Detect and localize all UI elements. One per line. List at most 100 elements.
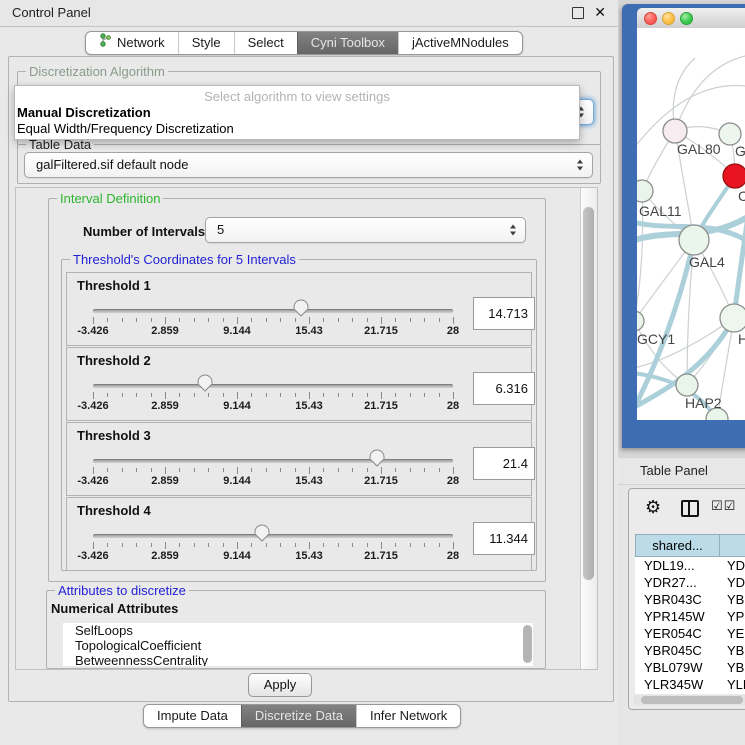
tick-label: 9.144 — [223, 325, 251, 337]
number-of-intervals-value: 5 — [217, 222, 224, 237]
tick-mark — [179, 543, 180, 547]
threshold-value-field[interactable]: 6.316 — [473, 372, 535, 405]
table-cell: YBL079W — [635, 659, 718, 676]
algorithm-dropdown-popup: Select algorithm to view settings Manual… — [14, 85, 580, 140]
algorithm-option-manual-discretization[interactable]: Manual Discretization — [15, 105, 579, 121]
threshold-block-3: Threshold 3-3.4262.8599.14415.4321.71528… — [66, 422, 532, 496]
table-row[interactable]: YBR045CYBR0 — [635, 642, 745, 659]
network-node-node-h[interactable] — [720, 304, 745, 332]
table-row[interactable]: YBL079WYBL0 — [635, 659, 745, 676]
attribute-item-topologicalcoefficient[interactable]: TopologicalCoefficient — [63, 638, 533, 653]
column-header-shared[interactable]: shared... — [635, 534, 719, 557]
threshold-value-field[interactable]: 14.713 — [473, 297, 535, 330]
slider-handle[interactable] — [369, 449, 385, 467]
network-node-node-red[interactable] — [723, 164, 745, 188]
slider-handle[interactable] — [197, 374, 213, 392]
slider-track — [93, 384, 453, 388]
tick-mark — [323, 468, 324, 472]
tick-mark — [122, 543, 123, 547]
tab-label: jActiveMNodules — [412, 32, 509, 54]
close-traffic-light[interactable] — [644, 12, 657, 25]
tick-mark — [367, 543, 368, 547]
tick-mark — [107, 468, 108, 472]
tick-mark — [295, 543, 296, 547]
tab-style[interactable]: Style — [178, 32, 234, 54]
tick-mark — [410, 393, 411, 397]
tab-impute-data[interactable]: Impute Data — [144, 705, 241, 727]
settings-scroll-viewport: Interval Definition Number of Intervals … — [15, 187, 598, 670]
table-row[interactable]: YLR345WYLR3 — [635, 676, 745, 693]
table-panel-title: Table Panel — [640, 463, 708, 478]
scrollbar-thumb[interactable] — [583, 207, 594, 580]
tick-mark — [280, 468, 281, 472]
tab-label: Network — [117, 32, 165, 54]
list-scrollbar-thumb[interactable] — [523, 625, 532, 663]
tick-label: 15.43 — [295, 475, 323, 487]
tab-select[interactable]: Select — [234, 32, 297, 54]
select-columns-icons[interactable]: ☑☑ — [711, 498, 736, 514]
network-edge[interactable] — [734, 194, 745, 318]
table-row[interactable]: YBR043CYBR0 — [635, 591, 745, 608]
tick-mark — [424, 543, 425, 547]
table-data-group: Table Data galFiltered.sif default node — [17, 144, 601, 184]
minimize-traffic-light[interactable] — [662, 12, 675, 25]
numerical-attributes-list[interactable]: SelfLoopsTopologicalCoefficientBetweenne… — [63, 623, 533, 666]
gear-icon[interactable]: ⚙ — [645, 497, 661, 518]
slider-handle[interactable] — [254, 524, 270, 542]
tick-mark — [223, 318, 224, 322]
tick-mark — [352, 393, 353, 397]
tab-label: Discretize Data — [255, 705, 343, 727]
tab-jactivemnodules[interactable]: jActiveMNodules — [398, 32, 522, 54]
tab-network[interactable]: Network — [86, 32, 178, 54]
tab-label: Impute Data — [157, 705, 228, 727]
network-canvas[interactable]: GAL80GACGAL11GAL4GCY1HHAP2 — [637, 28, 745, 420]
tick-mark — [93, 467, 94, 474]
float-window-icon[interactable] — [572, 7, 584, 19]
network-node-gal80[interactable] — [663, 119, 687, 143]
table-row[interactable]: YIL052CYIL0 — [635, 693, 745, 694]
tick-mark — [208, 318, 209, 322]
table-row[interactable]: YPR145WYPR1 — [635, 608, 745, 625]
threshold-value-field[interactable]: 21.4 — [473, 447, 535, 480]
table-row[interactable]: YER054CYER0 — [635, 625, 745, 642]
table-hscrollbar-thumb[interactable] — [641, 696, 743, 704]
network-node-hap2[interactable] — [676, 374, 698, 396]
attribute-item-selfloops[interactable]: SelfLoops — [63, 623, 533, 638]
tab-infer-network[interactable]: Infer Network — [356, 705, 460, 727]
tab-discretize-data[interactable]: Discretize Data — [241, 705, 356, 727]
tick-mark — [194, 318, 195, 322]
column-header-n[interactable]: n... — [719, 534, 745, 557]
close-icon[interactable]: ✕ — [594, 4, 606, 21]
threshold-value-field[interactable]: 11.344 — [473, 522, 535, 555]
algorithm-hint-item: Select algorithm to view settings — [15, 86, 579, 105]
tick-mark — [295, 468, 296, 472]
table-row[interactable]: YDR27...YDR2 — [635, 574, 745, 591]
node-table[interactable]: shared...n...YDL19...YDL1YDR27...YDR2YBR… — [635, 534, 745, 694]
number-of-intervals-combobox[interactable]: 5 — [205, 217, 526, 243]
attribute-item-betweennesscentrality[interactable]: BetweennessCentrality — [63, 653, 533, 666]
network-node-node-ga[interactable] — [719, 123, 741, 145]
control-panel-titlebar: Control Panel ✕ — [0, 0, 618, 27]
apply-button[interactable]: Apply — [248, 673, 312, 697]
interval-definition-group: Interval Definition Number of Intervals … — [48, 198, 546, 582]
network-edge[interactable] — [675, 56, 745, 131]
table-data-combobox[interactable]: galFiltered.sif default node — [24, 152, 593, 178]
tick-mark — [453, 542, 454, 549]
network-node-gal4[interactable] — [679, 225, 709, 255]
table-hscrollbar[interactable] — [633, 695, 745, 705]
network-node-gcy1[interactable] — [637, 311, 644, 331]
algorithm-option-equal-width-frequency-discretization[interactable]: Equal Width/Frequency Discretization — [15, 121, 579, 137]
attributes-group: Attributes to discretize Numerical Attri… — [46, 590, 546, 669]
slider-handle[interactable] — [293, 299, 309, 317]
slider-track — [93, 309, 453, 313]
tick-label: 15.43 — [295, 400, 323, 412]
network-node-gal11[interactable] — [637, 180, 653, 202]
tab-cyni-toolbox[interactable]: Cyni Toolbox — [297, 32, 398, 54]
table-row[interactable]: YDL19...YDL1 — [635, 557, 745, 574]
tick-mark — [280, 543, 281, 547]
settings-scrollbar[interactable] — [580, 188, 597, 669]
zoom-traffic-light[interactable] — [680, 12, 693, 25]
split-columns-icon[interactable] — [681, 500, 699, 517]
tick-mark — [223, 393, 224, 397]
tick-mark — [151, 468, 152, 472]
